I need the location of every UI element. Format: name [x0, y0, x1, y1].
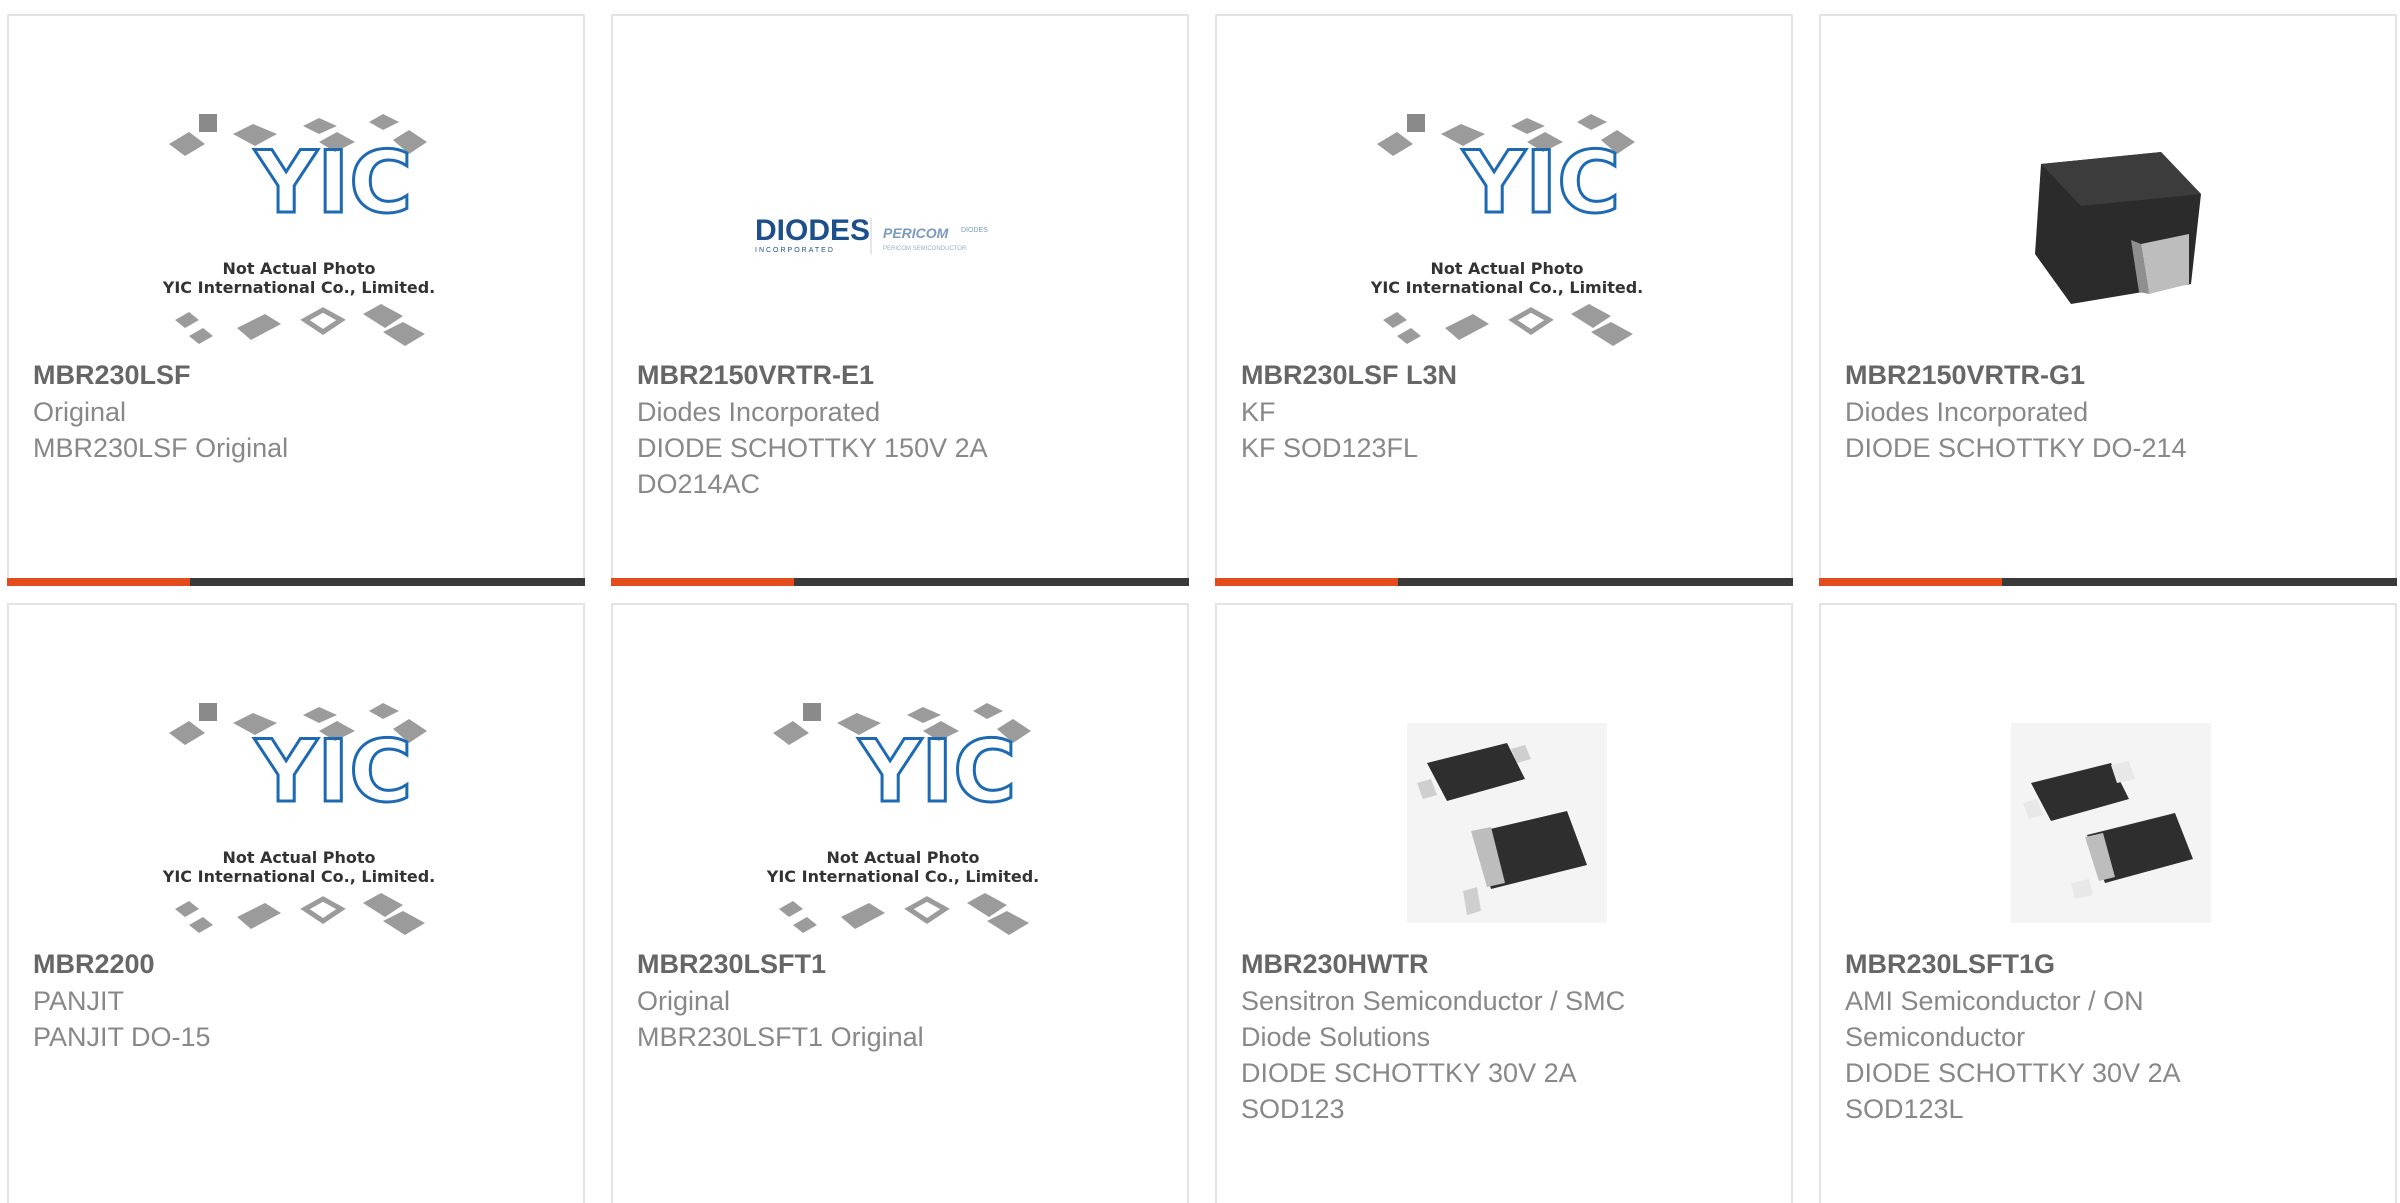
product-card[interactable]: MBR230HWTR Sensitron Semiconductor / SMC…	[1215, 603, 1793, 1203]
manufacturer: Semiconductor	[1845, 1022, 2026, 1052]
description: DO214AC	[637, 469, 761, 499]
placeholder-caption: YIC International Co., Limited.	[162, 278, 435, 297]
manufacturer: Diodes Incorporated	[1845, 397, 2089, 427]
product-card[interactable]: YIC Not Actual Photo YIC International C…	[7, 603, 585, 1203]
product-card[interactable]: YIC Not Actual Photo YIC International C…	[7, 14, 585, 586]
part-number-link[interactable]: MBR2150VRTR-E1	[637, 356, 1167, 394]
sod123-pair-image	[2011, 722, 2211, 923]
pericom-wordmark: PERICOM	[883, 225, 949, 241]
yic-placeholder-image: YIC Not Actual Photo YIC International C…	[766, 702, 1039, 935]
manufacturer: Diodes Incorporated	[637, 397, 881, 427]
product-image-sod123[interactable]	[1277, 685, 1737, 960]
manufacturer: Original	[33, 397, 127, 427]
description: DIODE SCHOTTKY 30V 2A	[1845, 1058, 2181, 1088]
placeholder-caption: YIC International Co., Limited.	[1370, 278, 1643, 297]
diodes-submark: INCORPORATED	[755, 247, 835, 254]
sod123-pair-image	[1407, 722, 1607, 923]
part-number-link[interactable]: MBR2150VRTR-G1	[1845, 356, 2375, 394]
product-card[interactable]: DIODES INCORPORATED PERICOM DIODES PERIC…	[611, 14, 1189, 586]
description: DIODE SCHOTTKY 30V 2A	[1241, 1058, 1577, 1088]
part-number-link[interactable]: MBR230LSFT1G	[1845, 945, 2375, 983]
manufacturer: Original	[637, 986, 731, 1016]
part-number-link[interactable]: MBR230LSF	[33, 356, 563, 394]
product-image-placeholder[interactable]: YIC Not Actual Photo YIC International C…	[69, 96, 529, 371]
pericom-submark: DIODES	[961, 227, 988, 234]
diodes-logo-image: DIODES INCORPORATED PERICOM DIODES PERIC…	[755, 214, 988, 254]
yic-logo: YIC	[254, 133, 412, 233]
yic-logo: YIC	[1462, 133, 1620, 233]
manufacturer: Sensitron Semiconductor / SMC	[1241, 986, 1626, 1016]
description: SOD123L	[1845, 1094, 1964, 1124]
pericom-tagline: PERICOM SEMICONDUCTOR	[883, 246, 967, 252]
product-image-sod123[interactable]	[1881, 685, 2341, 960]
card-accent-bar	[611, 578, 1189, 586]
placeholder-caption: Not Actual Photo	[1430, 259, 1583, 278]
manufacturer: AMI Semiconductor / ON	[1845, 986, 2144, 1016]
product-card[interactable]: YIC Not Actual Photo YIC International C…	[611, 603, 1189, 1203]
placeholder-caption: Not Actual Photo	[222, 259, 375, 278]
product-image-diodes-logo[interactable]: DIODES INCORPORATED PERICOM DIODES PERIC…	[673, 96, 1133, 371]
manufacturer: Diode Solutions	[1241, 1022, 1431, 1052]
card-accent-bar	[1819, 578, 2397, 586]
description: PANJIT DO-15	[33, 1022, 211, 1052]
card-accent-bar	[1215, 578, 1793, 586]
placeholder-caption: Not Actual Photo	[826, 848, 979, 867]
yic-logo: YIC	[254, 722, 412, 822]
product-card[interactable]: MBR230LSFT1G AMI Semiconductor / ON Semi…	[1819, 603, 2397, 1203]
card-accent-bar	[7, 578, 585, 586]
yic-logo: YIC	[858, 722, 1016, 822]
smd-diode-image	[2035, 151, 2201, 304]
description: DIODE SCHOTTKY DO-214	[1845, 433, 2187, 463]
product-image-placeholder[interactable]: YIC Not Actual Photo YIC International C…	[69, 685, 529, 960]
placeholder-caption: YIC International Co., Limited.	[162, 867, 435, 886]
description: SOD123	[1241, 1094, 1345, 1124]
product-image-placeholder[interactable]: YIC Not Actual Photo YIC International C…	[673, 685, 1133, 960]
part-number-link[interactable]: MBR230LSFT1	[637, 945, 1167, 983]
manufacturer: PANJIT	[33, 986, 125, 1016]
product-image-placeholder[interactable]: YIC Not Actual Photo YIC International C…	[1277, 96, 1737, 371]
description: KF SOD123FL	[1241, 433, 1419, 463]
part-number-link[interactable]: MBR230HWTR	[1241, 945, 1771, 983]
part-number-link[interactable]: MBR230LSF L3N	[1241, 356, 1771, 394]
description: DIODE SCHOTTKY 150V 2A	[637, 433, 988, 463]
product-image-smd-diode[interactable]	[1881, 96, 2341, 371]
product-card[interactable]: YIC Not Actual Photo YIC International C…	[1215, 14, 1793, 586]
placeholder-caption: YIC International Co., Limited.	[766, 867, 1039, 886]
part-number-link[interactable]: MBR2200	[33, 945, 563, 983]
manufacturer: KF	[1241, 397, 1276, 427]
diodes-wordmark: DIODES	[755, 214, 870, 247]
description: MBR230LSFT1 Original	[637, 1022, 924, 1052]
product-card[interactable]: MBR2150VRTR-G1 Diodes Incorporated DIODE…	[1819, 14, 2397, 586]
yic-placeholder-image: YIC Not Actual Photo YIC International C…	[162, 702, 435, 935]
description: MBR230LSF Original	[33, 433, 289, 463]
yic-placeholder-image: YIC Not Actual Photo YIC International C…	[1370, 113, 1643, 346]
yic-placeholder-image: YIC Not Actual Photo YIC International C…	[162, 113, 435, 346]
placeholder-caption: Not Actual Photo	[222, 848, 375, 867]
